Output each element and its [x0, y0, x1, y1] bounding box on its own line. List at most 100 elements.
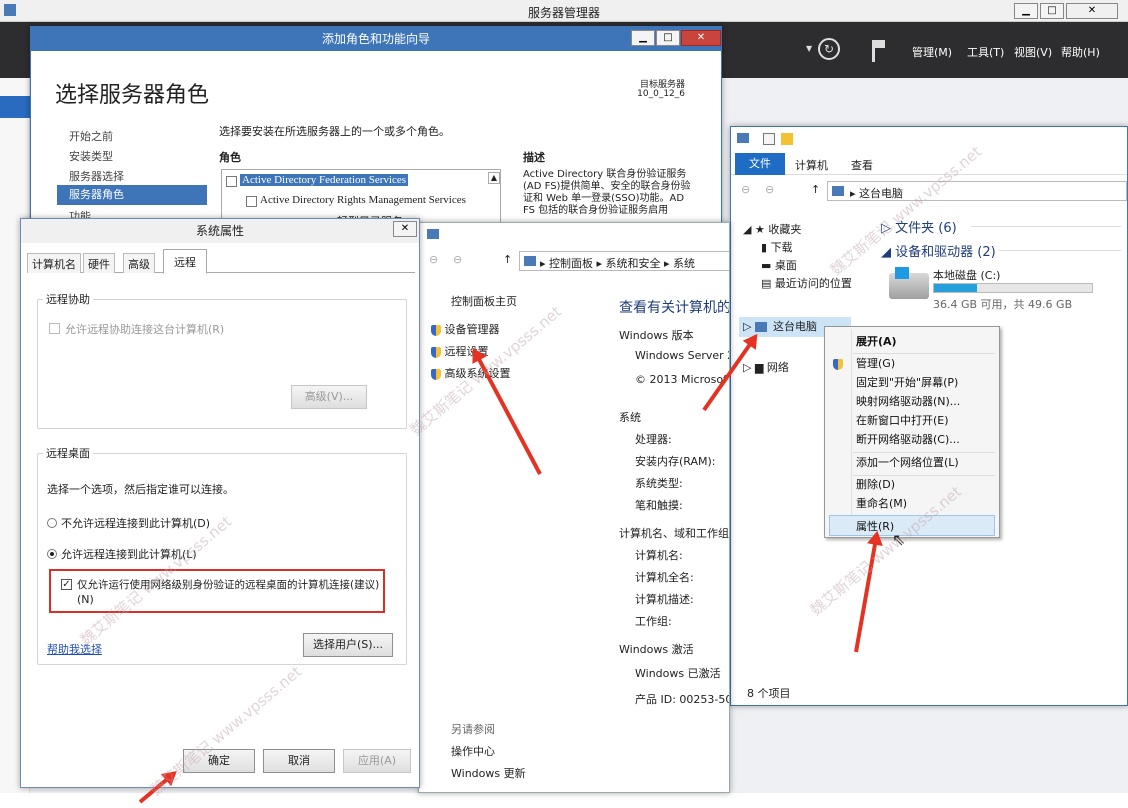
tab-computer-name[interactable]: 计算机名	[27, 253, 81, 273]
sm-close-button[interactable]: ✕	[1066, 3, 1118, 19]
tab-advanced[interactable]: 高级	[123, 253, 155, 273]
nla-checkbox[interactable]: ✓	[61, 579, 72, 590]
sm-maximize-button[interactable]: □	[1040, 3, 1064, 19]
menu-item-disconnect-drive[interactable]: 断开网络驱动器(C)...	[825, 429, 999, 450]
explorer-address-bar[interactable]: ▸ 这台电脑	[827, 181, 1127, 201]
nla-checkbox-label: 仅允许运行使用网络级别身份验证的远程桌面的计算机连接(建议)	[77, 579, 380, 591]
menu-view[interactable]: 视图(V)	[1014, 44, 1052, 60]
system-field-cpu: 处理器:	[635, 433, 672, 446]
role-item-adfs[interactable]: Active Directory Federation Services	[240, 174, 409, 186]
see-also-windows-update[interactable]: Windows 更新	[451, 765, 526, 781]
menu-item-map-drive[interactable]: 映射网络驱动器(N)...	[825, 391, 999, 412]
dropdown-arrow-icon[interactable]: ▼	[806, 44, 812, 53]
nav-network[interactable]: ▷ ▆ 网络	[743, 359, 789, 375]
menu-item-open-new-window[interactable]: 在新窗口中打开(E)	[825, 410, 999, 431]
wizard-nav-server-roles[interactable]: 服务器角色	[57, 185, 207, 205]
wizard-instruction: 选择要安装在所选服务器上的一个或多个角色。	[219, 125, 450, 138]
drive-usage-fill	[934, 284, 977, 292]
rd-option-deny-radio[interactable]	[47, 518, 57, 528]
help-me-choose-link[interactable]: 帮助我选择	[47, 641, 102, 657]
roles-header: 角色	[219, 151, 241, 164]
tab-hardware[interactable]: 硬件	[83, 253, 115, 273]
radio-dot-icon	[50, 552, 54, 556]
cp-up-button[interactable]: ↑	[503, 253, 512, 266]
ra-checkbox[interactable]	[49, 323, 60, 334]
menu-item-properties[interactable]: 属性(R)	[829, 515, 995, 536]
system-field-pen: 笔和触摸:	[635, 499, 683, 512]
nav-downloads[interactable]: ▮ 下载	[761, 239, 793, 255]
context-menu: 展开(A) 管理(G) 固定到"开始"屏幕(P) 映射网络驱动器(N)... 在…	[824, 326, 1000, 538]
see-also-label: 另请参阅	[451, 723, 495, 736]
flag-cloth-icon	[875, 40, 885, 48]
sidebar-active-item[interactable]	[0, 96, 30, 118]
shield-icon	[431, 324, 441, 336]
role-item-adrms[interactable]: Active Directory Rights Management Servi…	[260, 194, 466, 206]
cp-forward-button[interactable]: ⊖	[453, 253, 462, 266]
ra-advanced-button[interactable]: 高级(V)...	[291, 385, 367, 409]
role-checkbox-adfs[interactable]	[226, 176, 237, 187]
new-folder-quick-icon[interactable]	[781, 133, 793, 145]
drive-c-item[interactable]: 本地磁盘 (C:) 36.4 GB 可用，共 49.6 GB	[883, 265, 1123, 311]
wizard-nav-install-type[interactable]: 安装类型	[69, 148, 113, 164]
menu-item-expand[interactable]: 展开(A)	[825, 331, 999, 352]
nav-desktop[interactable]: ▬ 桌面	[761, 257, 797, 273]
sysprop-close-button[interactable]: ✕	[393, 221, 417, 237]
copyright-value: © 2013 Microsof	[635, 373, 727, 386]
tab-remote[interactable]: 远程	[163, 249, 207, 274]
wizard-close-button[interactable]: ✕	[681, 30, 721, 46]
menu-tools[interactable]: 工具(T)	[967, 44, 1004, 60]
role-checkbox-adrms[interactable]	[246, 196, 257, 207]
ribbon-tab-file[interactable]: 文件	[735, 153, 785, 175]
cancel-button[interactable]: 取消	[263, 749, 335, 773]
folders-group[interactable]: ▷ 文件夹 (6)	[881, 217, 957, 236]
wizard-nav-before[interactable]: 开始之前	[69, 128, 113, 144]
drive-usage-bar	[933, 283, 1093, 293]
activation-status: Windows 已激活	[635, 667, 721, 680]
see-also-action-center[interactable]: 操作中心	[451, 743, 495, 759]
up-button[interactable]: ↑	[811, 183, 820, 196]
menu-manage[interactable]: 管理(M)	[912, 44, 952, 60]
properties-quick-icon[interactable]	[763, 133, 775, 145]
ribbon-tab-view[interactable]: 查看	[851, 157, 873, 173]
ribbon-tab-computer[interactable]: 计算机	[795, 157, 828, 173]
name-field-computer: 计算机名:	[635, 549, 683, 562]
wizard-maximize-button[interactable]: □	[656, 30, 680, 46]
server-manager-titlebar: 服务器管理器 ▁ □ ✕	[0, 0, 1128, 22]
apply-button[interactable]: 应用(A)	[343, 749, 411, 773]
cpanel-address-bar[interactable]: ▸ 控制面板 ▸ 系统和安全 ▸ 系统	[519, 251, 729, 271]
cp-link-device-manager[interactable]: 设备管理器	[431, 321, 500, 337]
menu-item-pin-start[interactable]: 固定到"开始"屏幕(P)	[825, 372, 999, 393]
select-users-button[interactable]: 选择用户(S)...	[303, 633, 393, 657]
scroll-up-icon[interactable]: ▲	[488, 172, 500, 184]
menu-item-manage[interactable]: 管理(G)	[825, 353, 999, 374]
refresh-icon[interactable]: ↻	[818, 38, 840, 60]
forward-button[interactable]: ⊖	[765, 183, 774, 196]
menu-item-add-network-location[interactable]: 添加一个网络位置(L)	[825, 452, 999, 473]
wizard-minimize-button[interactable]: ▁	[631, 30, 655, 46]
ok-button[interactable]: 确定	[183, 749, 255, 773]
sysprop-tabbar: 计算机名 硬件 高级 远程	[27, 249, 415, 274]
sm-minimize-button[interactable]: ▁	[1014, 3, 1038, 19]
cpanel-heading: 查看有关计算机的	[619, 300, 730, 316]
explorer-app-icon	[737, 133, 749, 143]
menu-item-delete[interactable]: 删除(D)	[825, 474, 999, 495]
menu-item-rename[interactable]: 重命名(M)	[825, 493, 999, 514]
system-section: 系统	[619, 411, 641, 424]
cpanel-address-row: ⊖ ⊖ ↑ ▸ 控制面板 ▸ 系统和安全 ▸ 系统	[419, 249, 729, 271]
nav-recent[interactable]: ▤ 最近访问的位置	[761, 275, 852, 291]
back-button[interactable]: ⊖	[741, 183, 750, 196]
cp-breadcrumb: ▸ 控制面板 ▸ 系统和安全 ▸ 系统	[540, 257, 696, 270]
cpanel-home-link[interactable]: 控制面板主页	[451, 293, 517, 309]
wizard-nav-server-select[interactable]: 服务器选择	[69, 168, 124, 184]
explorer-ribbon: 文件 计算机 查看	[731, 153, 1127, 175]
address-text: ▸ 这台电脑	[850, 187, 904, 200]
devices-group[interactable]: ◢ 设备和驱动器 (2)	[881, 241, 996, 260]
menu-help[interactable]: 帮助(H)	[1061, 44, 1100, 60]
rd-option-allow-radio[interactable]	[47, 549, 57, 559]
nav-this-pc-icon	[755, 322, 767, 332]
cp-back-button[interactable]: ⊖	[429, 253, 438, 266]
control-panel-window: ⊖ ⊖ ↑ ▸ 控制面板 ▸ 系统和安全 ▸ 系统 控制面板主页 设备管理器 远…	[418, 222, 730, 793]
cp-link-advanced-system[interactable]: 高级系统设置	[431, 365, 511, 381]
nav-favorites[interactable]: ◢ ★ 收藏夹	[743, 221, 801, 237]
explorer-quick-toolbar	[731, 127, 1127, 151]
